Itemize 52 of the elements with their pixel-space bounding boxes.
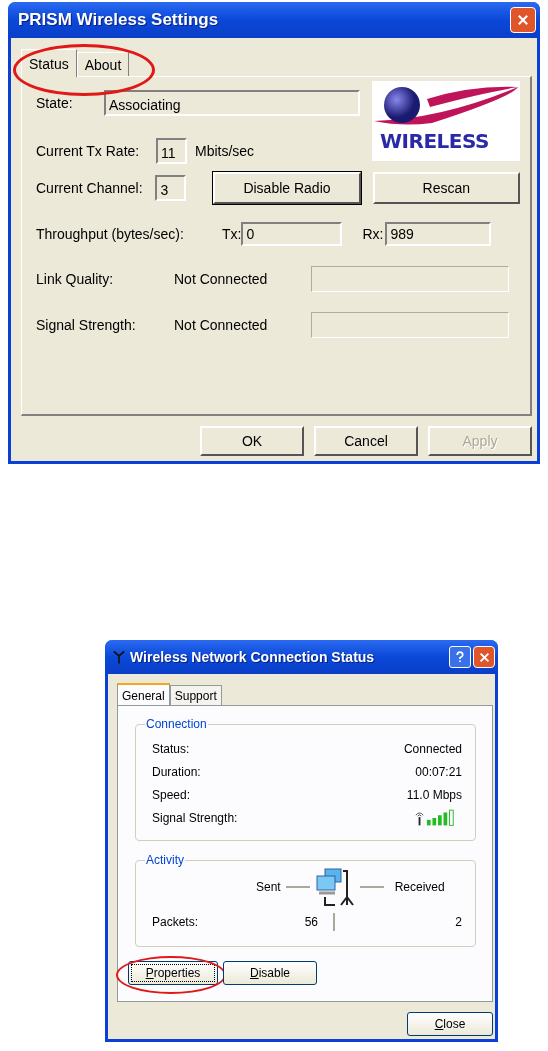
close-icon — [477, 650, 491, 664]
column-label: Sent — [256, 880, 281, 894]
tx-field: 0 — [241, 222, 343, 246]
dialog-button[interactable]: Cancel — [314, 426, 418, 456]
group-title: Connection — [145, 717, 208, 731]
close-icon — [516, 13, 530, 27]
field-label: Tx: — [222, 226, 242, 242]
tab[interactable]: Status — [21, 49, 77, 77]
meter-status: Not Connected — [174, 317, 269, 333]
help-button[interactable] — [449, 646, 471, 668]
field-label: Rx: — [362, 226, 384, 242]
tx-rate-field: 11 — [156, 138, 187, 164]
dialog-button[interactable]: OK — [200, 426, 304, 456]
tab[interactable]: General — [117, 683, 170, 706]
field-label: Packets: — [152, 915, 200, 929]
action-button[interactable]: Rescan — [372, 172, 520, 204]
close-button[interactable] — [473, 646, 495, 668]
meter-status: Not Connected — [174, 271, 269, 287]
group-title: Activity — [145, 853, 185, 867]
state-field: Associating — [104, 90, 360, 116]
packets-received: 2 — [454, 915, 462, 929]
tab[interactable]: About — [76, 52, 130, 76]
field-label: State: — [36, 95, 74, 111]
network-computers-icon — [314, 867, 355, 907]
field-label: Throughput (bytes/sec): — [36, 226, 185, 242]
field-label: Current Channel: — [36, 180, 144, 196]
field-label: Duration: — [152, 764, 201, 779]
field-label: Link Quality: — [36, 271, 115, 287]
close-button[interactable] — [510, 7, 536, 33]
field-label: Signal Strength: — [152, 810, 238, 825]
field-value: 11.0 Mbps — [406, 787, 462, 802]
close-button[interactable]: Close — [407, 1012, 493, 1036]
field-label: Status: — [152, 741, 190, 756]
unit-label: Mbits/sec — [195, 143, 255, 159]
rx-field: 989 — [385, 222, 492, 246]
action-button[interactable]: Disable Radio — [213, 172, 361, 204]
dialog-button[interactable]: Properties — [128, 961, 218, 985]
channel-field: 3 — [155, 175, 187, 201]
field-label: Current Tx Rate: — [36, 143, 141, 159]
column-label: Received — [394, 880, 445, 894]
antenna-icon — [113, 649, 125, 665]
window-title: Wireless Network Connection Status — [130, 649, 376, 665]
dialog-button[interactable]: Disable — [223, 961, 317, 985]
logo-text: WIRELESS — [380, 129, 489, 153]
field-label: Speed: — [152, 787, 191, 802]
field-label: Signal Strength: — [36, 317, 137, 333]
packets-sent: 56 — [303, 915, 318, 929]
field-value: Connected — [403, 741, 462, 756]
field-value: 00:07:21 — [415, 764, 462, 779]
window-title: PRISM Wireless Settings — [18, 10, 220, 30]
help-icon — [453, 649, 467, 665]
tab[interactable]: Support — [169, 685, 222, 705]
